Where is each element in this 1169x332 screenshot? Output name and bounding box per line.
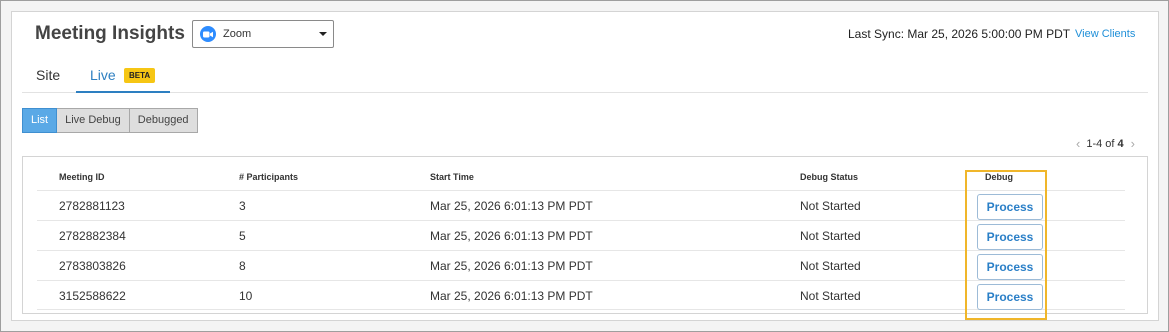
toggle-list[interactable]: List <box>22 108 58 133</box>
tab-live[interactable]: Live <box>90 67 116 83</box>
beta-badge: BETA <box>124 68 156 83</box>
pagination-range: 1-4 of <box>1086 137 1115 150</box>
page-title: Meeting Insights <box>35 23 185 44</box>
meeting-id-cell: 2783803826 <box>59 259 126 273</box>
chevron-right-icon[interactable]: › <box>1131 136 1135 151</box>
participants-cell: 3 <box>239 199 246 213</box>
zoom-icon <box>200 26 216 42</box>
table-row: 2783803826 8 Mar 25, 2026 6:01:13 PM PDT… <box>37 250 1125 280</box>
participants-cell: 8 <box>239 259 246 273</box>
table-row: 3152588622 10 Mar 25, 2026 6:01:13 PM PD… <box>37 280 1125 310</box>
debug-status-cell: Not Started <box>800 289 861 303</box>
select-value: Zoom <box>223 28 252 40</box>
view-clients-link[interactable]: View Clients <box>1075 28 1135 40</box>
toggle-debugged[interactable]: Debugged <box>129 108 198 133</box>
view-toggle: List Live Debug Debugged <box>22 108 198 133</box>
debug-status-cell: Not Started <box>800 259 861 273</box>
participants-cell: 10 <box>239 289 253 303</box>
column-header-participants: # Participants <box>239 172 299 182</box>
column-header-meeting-id: Meeting ID <box>59 172 105 182</box>
start-time-cell: Mar 25, 2026 6:01:13 PM PDT <box>430 289 593 303</box>
column-header-debug-status: Debug Status <box>800 172 859 182</box>
tabs-divider <box>22 92 1148 93</box>
video-camera-icon <box>203 31 213 37</box>
last-sync-text: Last Sync: Mar 25, 2026 5:00:00 PM PDT <box>848 27 1071 41</box>
active-tab-indicator <box>76 91 170 93</box>
debug-status-cell: Not Started <box>800 199 861 213</box>
integration-select[interactable]: Zoom <box>192 20 334 48</box>
start-time-cell: Mar 25, 2026 6:01:13 PM PDT <box>430 229 593 243</box>
participants-cell: 5 <box>239 229 246 243</box>
pagination: ‹ 1-4 of 4 › <box>1076 136 1135 151</box>
meeting-id-cell: 3152588622 <box>59 289 126 303</box>
chevron-left-icon[interactable]: ‹ <box>1076 136 1080 151</box>
start-time-cell: Mar 25, 2026 6:01:13 PM PDT <box>430 259 593 273</box>
table-row: 2782881123 3 Mar 25, 2026 6:01:13 PM PDT… <box>37 190 1125 220</box>
start-time-cell: Mar 25, 2026 6:01:13 PM PDT <box>430 199 593 213</box>
pagination-total: 4 <box>1117 137 1124 150</box>
column-header-start-time: Start Time <box>430 172 474 182</box>
app-frame: Meeting Insights Zoom Last Sync: Mar 25,… <box>0 0 1169 332</box>
toggle-live-debug[interactable]: Live Debug <box>57 108 130 133</box>
tab-site[interactable]: Site <box>36 67 60 83</box>
meeting-id-cell: 2782882384 <box>59 229 126 243</box>
debug-column-highlight <box>965 170 1047 320</box>
table-row: 2782882384 5 Mar 25, 2026 6:01:13 PM PDT… <box>37 220 1125 250</box>
chevron-down-icon <box>319 32 327 36</box>
meeting-id-cell: 2782881123 <box>59 199 125 213</box>
debug-status-cell: Not Started <box>800 229 861 243</box>
